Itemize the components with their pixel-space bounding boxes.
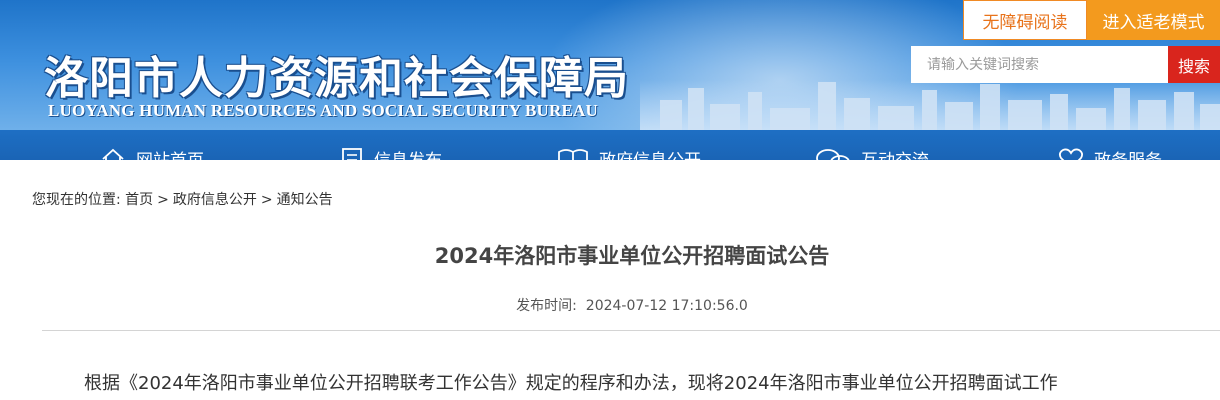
document-icon: [342, 147, 362, 160]
site-title: 洛阳市人力资源和社会保障局: [44, 53, 629, 104]
book-icon: [558, 148, 588, 160]
article-meta: 发布时间: 2024-07-12 17:10:56.0: [0, 295, 1220, 315]
article-body-paragraph: 根据《2024年洛阳市事业单位公开招聘联考工作公告》规定的程序和办法，现将202…: [84, 373, 1058, 394]
nav-item-interaction[interactable]: 互动交流: [815, 146, 929, 160]
chat-icon: [816, 148, 850, 160]
nav-item-label: 政务服务: [1094, 146, 1162, 160]
nav-item-label: 网站首页: [136, 146, 204, 160]
breadcrumb-prefix: 您现在的位置:: [32, 192, 126, 208]
nav-item-home[interactable]: 网站首页: [100, 146, 204, 160]
breadcrumb-home[interactable]: 首页: [125, 192, 153, 208]
publish-time-label: 发布时间:: [516, 298, 577, 314]
nav-item-gov-info[interactable]: 政府信息公开: [557, 146, 701, 160]
breadcrumb-separator: >: [260, 192, 273, 208]
site-subtitle: LUOYANG HUMAN RESOURCES AND SOCIAL SECUR…: [48, 101, 598, 120]
breadcrumb: 您现在的位置: 首页 > 政府信息公开 > 通知公告: [32, 189, 333, 209]
nav-item-gov-service[interactable]: 政务服务: [1058, 146, 1162, 160]
home-icon: [102, 148, 124, 160]
heart-icon: [1058, 148, 1084, 160]
breadcrumb-separator: >: [157, 192, 169, 208]
search-button[interactable]: 搜索: [1168, 46, 1220, 83]
elder-mode-button[interactable]: 进入适老模式: [1087, 0, 1220, 40]
accessible-reading-button[interactable]: 无障碍阅读: [963, 0, 1087, 40]
main-nav: 网站首页 信息发布 政府信息公开 互动交流 政务服务: [0, 130, 1220, 160]
divider: [42, 330, 1220, 331]
nav-item-label: 政府信息公开: [599, 146, 701, 160]
breadcrumb-notices[interactable]: 通知公告: [277, 192, 333, 208]
breadcrumb-gov-info[interactable]: 政府信息公开: [173, 192, 257, 208]
nav-item-info-release[interactable]: 信息发布: [340, 146, 442, 160]
nav-item-label: 互动交流: [861, 146, 929, 160]
article-title: 2024年洛阳市事业单位公开招聘面试公告: [434, 244, 830, 268]
search-input[interactable]: [911, 46, 1168, 83]
publish-time: 2024-07-12 17:10:56.0: [585, 298, 748, 314]
nav-item-label: 信息发布: [374, 146, 442, 160]
